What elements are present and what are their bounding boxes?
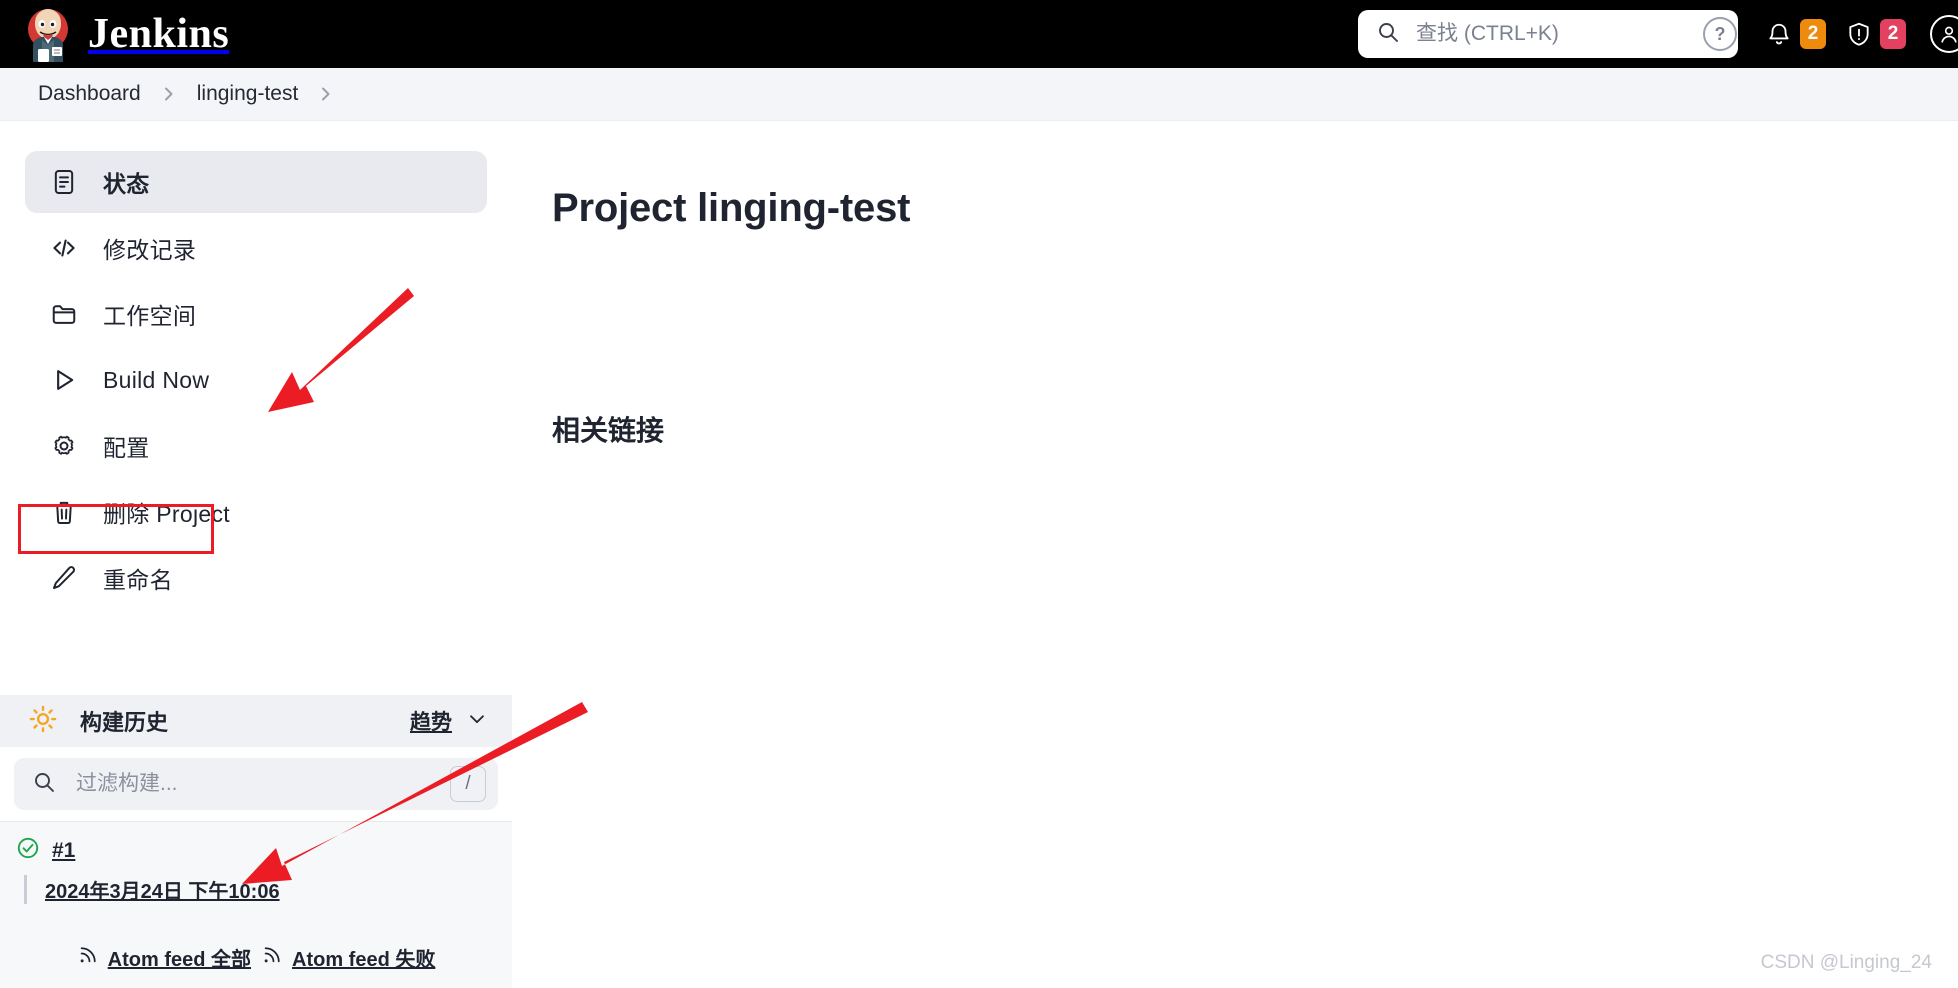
- sidebar-item-label: 工作空间: [103, 303, 197, 329]
- atom-feed-all-link[interactable]: Atom feed 全部: [77, 943, 251, 972]
- build-history-header: 构建历史 趋势: [0, 695, 512, 747]
- build-history-trend-control[interactable]: 趋势: [410, 706, 488, 736]
- trash-icon: [49, 497, 79, 527]
- sidebar-item-label: 删除 Project: [103, 501, 230, 527]
- gear-icon: [49, 431, 79, 461]
- jenkins-butler-logo: [22, 6, 74, 62]
- shield-warning-icon[interactable]: [1844, 18, 1874, 50]
- sidebar-item-label: 配置: [103, 435, 150, 461]
- breadcrumb-separator-icon: [155, 85, 183, 103]
- breadcrumb-item-project[interactable]: linging-test: [187, 78, 309, 110]
- help-icon[interactable]: ?: [1703, 17, 1737, 51]
- pencil-icon: [49, 563, 79, 593]
- rss-icon: [261, 944, 283, 972]
- breadcrumb-dropdown-chevron-icon[interactable]: [312, 85, 340, 103]
- sidebar-item-label: 修改记录: [103, 237, 197, 263]
- sidebar-menu: 状态 修改记录 工作空间 Build Now 配置 删除 Project 重命名: [0, 151, 512, 609]
- sidebar-item-status[interactable]: 状态: [25, 151, 487, 213]
- page-title: Project linging-test: [552, 185, 911, 230]
- build-filter-input[interactable]: [74, 771, 432, 797]
- rss-icon: [77, 944, 99, 972]
- sidebar-item-label: 状态: [103, 171, 150, 197]
- trend-link[interactable]: 趋势: [410, 706, 452, 736]
- breadcrumb: Dashboard linging-test: [0, 68, 1958, 121]
- build-list-item[interactable]: #1 2024年3月24日 下午10:06: [0, 822, 512, 904]
- security-count-badge[interactable]: 2: [1880, 19, 1906, 49]
- top-header: Jenkins ? 2: [0, 0, 1958, 68]
- search-icon: [32, 770, 56, 799]
- play-triangle-icon: [49, 365, 79, 395]
- user-avatar-icon[interactable]: [1930, 15, 1958, 53]
- build-history-list: #1 2024年3月24日 下午10:06 Atom feed 全部 Atom …: [0, 821, 512, 988]
- sidebar-item-label: Build Now: [103, 366, 210, 393]
- notification-count-badge[interactable]: 2: [1800, 19, 1826, 49]
- related-links-heading: 相关链接: [552, 414, 665, 446]
- header-right-group: ? 2 2: [1358, 0, 1958, 68]
- sidebar-item-rename[interactable]: 重命名: [25, 547, 487, 609]
- global-search-box[interactable]: ?: [1358, 10, 1738, 58]
- sidebar-item-configure[interactable]: 配置: [25, 415, 487, 477]
- build-number-link[interactable]: #1: [52, 839, 75, 863]
- filter-shortcut-key: /: [450, 766, 486, 802]
- document-status-icon: [49, 167, 79, 197]
- sidebar-item-workspace[interactable]: 工作空间: [25, 283, 487, 345]
- sidebar-item-build-now[interactable]: Build Now: [25, 349, 487, 411]
- build-history-title-wrap: 构建历史: [28, 704, 410, 739]
- main-content: Project linging-test 相关链接: [512, 121, 1958, 988]
- atom-feed-links: Atom feed 全部 Atom feed 失败: [0, 943, 512, 972]
- brand-title: Jenkins: [88, 11, 230, 57]
- build-filter-row: /: [0, 747, 512, 821]
- bell-icon[interactable]: [1764, 18, 1794, 50]
- sidebar-item-changes[interactable]: 修改记录: [25, 217, 487, 279]
- build-item-date-wrap: 2024年3月24日 下午10:06: [24, 875, 512, 904]
- notifications-group: 2 2: [1764, 15, 1958, 53]
- breadcrumb-item-dashboard[interactable]: Dashboard: [28, 78, 151, 110]
- csdn-watermark: CSDN @Linging_24: [1760, 952, 1932, 973]
- jenkins-home-link[interactable]: Jenkins: [22, 6, 229, 62]
- search-icon: [1376, 20, 1400, 49]
- build-filter-box[interactable]: /: [14, 758, 498, 810]
- sun-icon: [28, 704, 58, 739]
- sidebar-item-label: 重命名: [103, 567, 173, 593]
- search-input[interactable]: [1414, 21, 1689, 47]
- build-date-link[interactable]: 2024年3月24日 下午10:06: [45, 881, 280, 903]
- atom-feed-failed-label: Atom feed 失败: [292, 949, 436, 971]
- folder-icon: [49, 299, 79, 329]
- atom-feed-all-label: Atom feed 全部: [107, 949, 251, 971]
- chevron-down-icon[interactable]: [466, 708, 488, 735]
- code-brackets-icon: [49, 233, 79, 263]
- build-history-title: 构建历史: [80, 710, 169, 735]
- build-item-header: #1: [16, 836, 512, 865]
- atom-feed-failed-link[interactable]: Atom feed 失败: [261, 943, 435, 972]
- check-circle-icon: [16, 836, 40, 865]
- sidebar-item-delete-project[interactable]: 删除 Project: [25, 481, 487, 543]
